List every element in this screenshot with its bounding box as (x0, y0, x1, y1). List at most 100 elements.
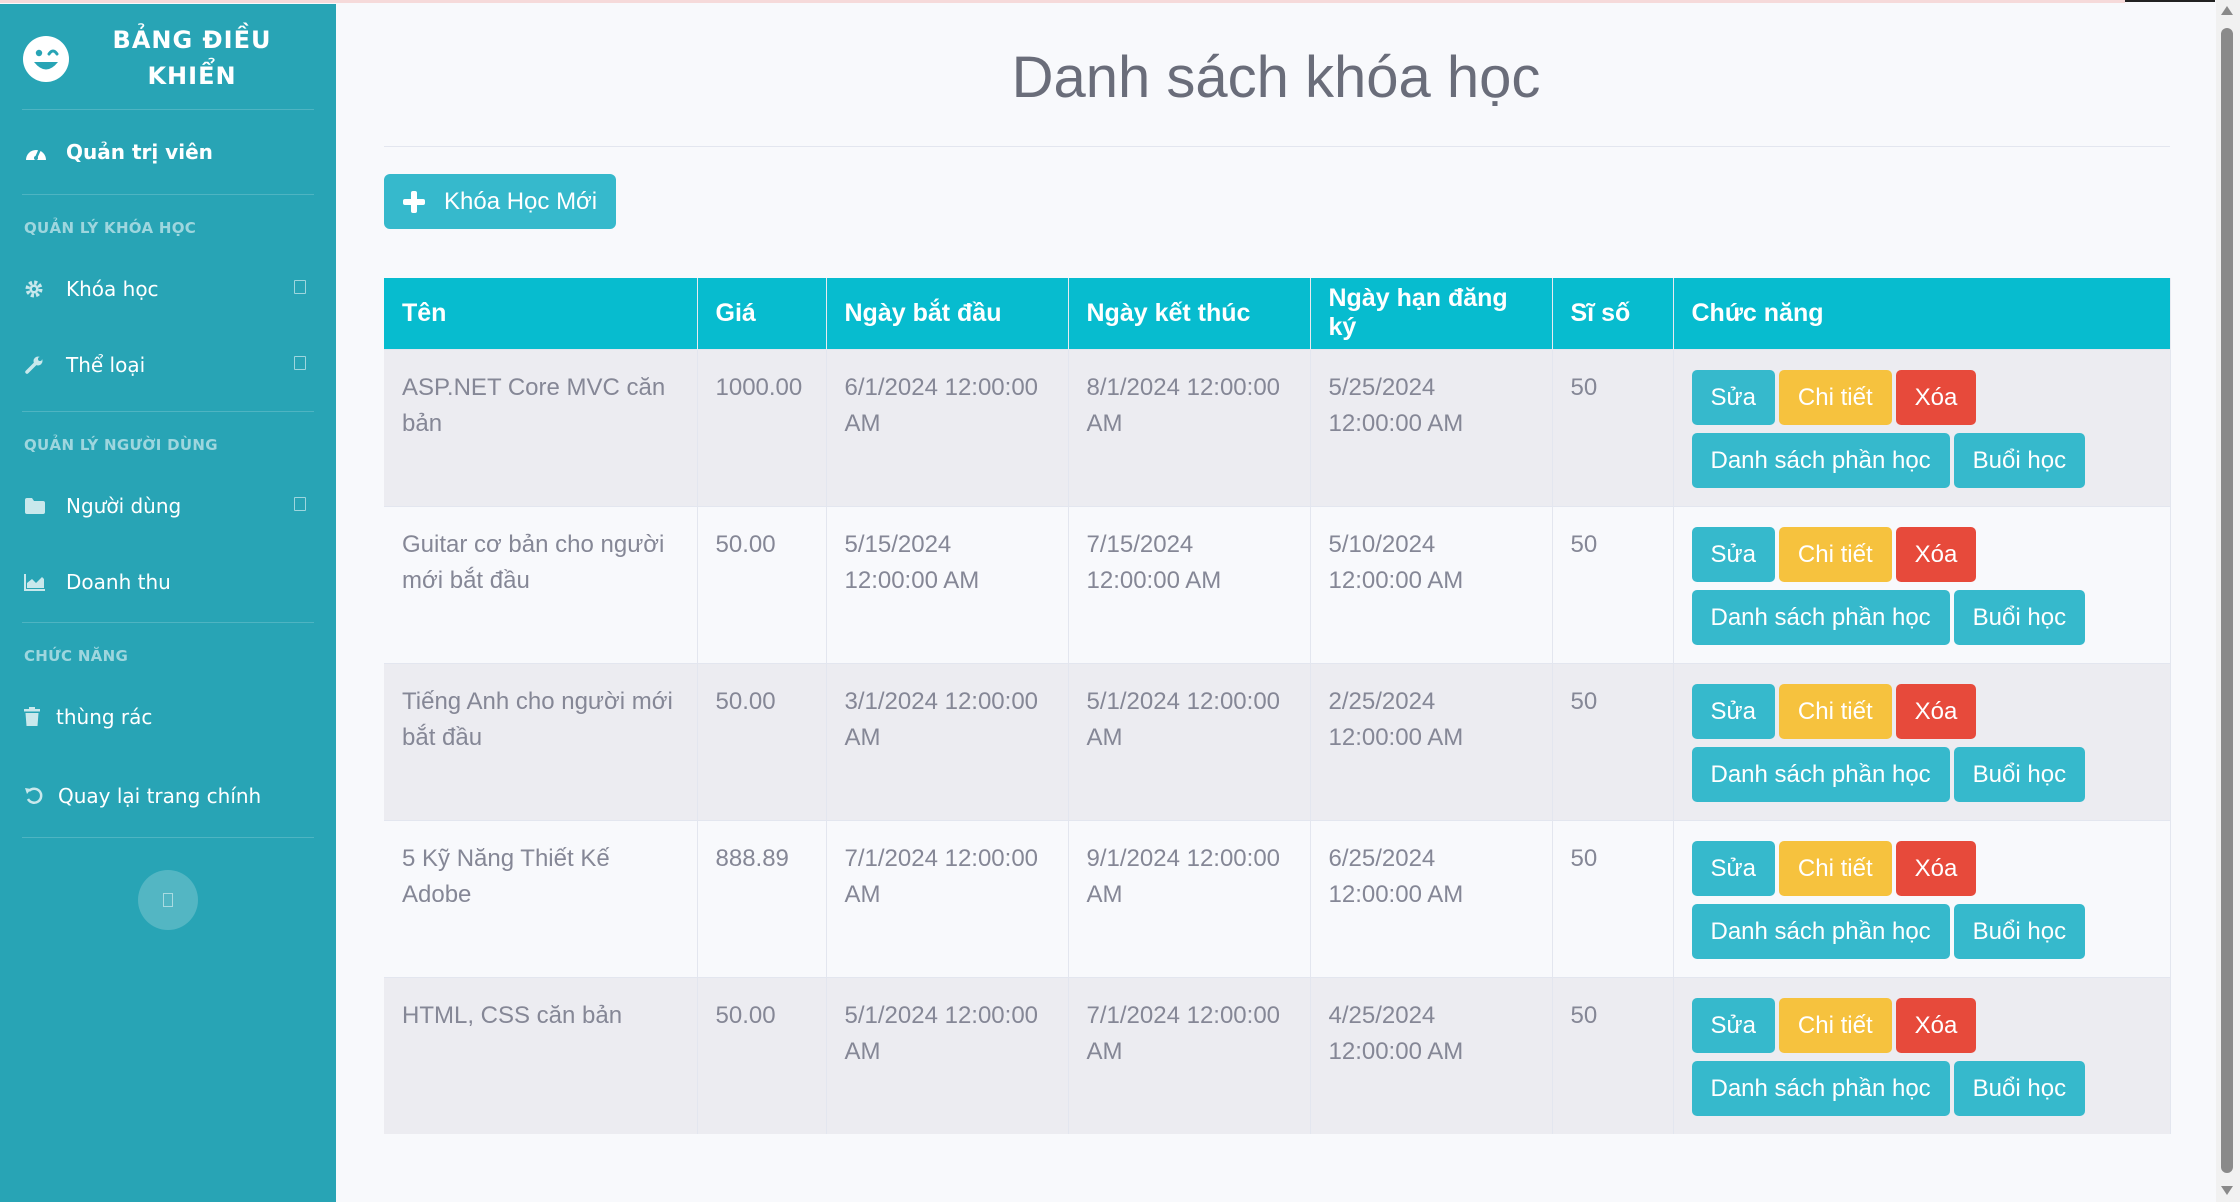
collapse-arrow-icon (294, 497, 306, 511)
new-course-label: Khóa Học Mới (444, 187, 598, 215)
delete-button[interactable]: Xóa (1895, 840, 1977, 896)
delete-button[interactable]: Xóa (1895, 526, 1977, 582)
sidebar-brand[interactable]: BẢNG ĐIỀU KHIỂN (0, 4, 336, 109)
course-class-size: 50 (1552, 976, 1674, 1134)
course-price: 888.89 (697, 819, 827, 977)
course-start-date: 5/15/2024 12:00:00 AM (826, 505, 1069, 663)
sidebar-heading-users: QUẢN LÝ NGƯỜI DÙNG (24, 436, 218, 454)
sidebar-item-label: Thể loại (66, 353, 146, 377)
column-header-actions: Chức năng (1673, 278, 2171, 349)
course-deadline: 2/25/2024 12:00:00 AM (1310, 662, 1553, 820)
edit-button[interactable]: Sửa (1691, 369, 1775, 425)
table-row: ASP.NET Core MVC căn bản 1000.00 6/1/202… (384, 348, 2171, 506)
detail-button[interactable]: Chi tiết (1778, 369, 1892, 425)
delete-button[interactable]: Xóa (1895, 997, 1977, 1053)
wrench-icon (24, 354, 52, 376)
sidebar: BẢNG ĐIỀU KHIỂN Quản trị viên QUẢN LÝ KH… (0, 4, 336, 1202)
lessons-button[interactable]: Buổi học (1953, 432, 2086, 488)
title-divider (384, 146, 2170, 147)
scroll-up-arrow-icon[interactable] (2221, 6, 2233, 15)
sidebar-item-revenue[interactable]: Doanh thu (0, 544, 336, 620)
course-end-date: 7/15/2024 12:00:00 AM (1068, 505, 1311, 663)
lessons-button[interactable]: Buổi học (1953, 903, 2086, 959)
column-header-end-date[interactable]: Ngày kết thúc (1068, 278, 1311, 349)
edit-button[interactable]: Sửa (1691, 997, 1775, 1053)
course-start-date: 3/1/2024 12:00:00 AM (826, 662, 1069, 820)
row-actions: Sửa Chi tiết Xóa Danh sách phần học Buổi họ… (1673, 819, 2171, 977)
course-end-date: 5/1/2024 12:00:00 AM (1068, 662, 1311, 820)
sidebar-toggle-button[interactable] (138, 870, 198, 930)
sidebar-item-label: Quản trị viên (66, 140, 213, 164)
sidebar-item-users[interactable]: Người dùng (0, 468, 336, 544)
chart-area-icon (24, 571, 52, 593)
trash-icon (24, 706, 44, 728)
detail-button[interactable]: Chi tiết (1778, 526, 1892, 582)
table-row: HTML, CSS căn bản 50.00 5/1/2024 12:00:0… (384, 976, 2171, 1134)
edit-button[interactable]: Sửa (1691, 840, 1775, 896)
plus-icon (402, 190, 426, 214)
course-price: 50.00 (697, 505, 827, 663)
course-start-date: 7/1/2024 12:00:00 AM (826, 819, 1069, 977)
column-header-start-date[interactable]: Ngày bắt đầu (826, 278, 1069, 349)
collapse-arrow-icon (294, 280, 306, 294)
column-header-name[interactable]: Tên (384, 278, 698, 349)
table-header-row: Tên Giá Ngày bắt đầu Ngày kết thúc Ngày … (384, 278, 2171, 349)
column-header-class-size[interactable]: Sĩ số (1552, 278, 1674, 349)
course-price: 1000.00 (697, 348, 827, 506)
sidebar-item-courses[interactable]: Khóa học (0, 251, 336, 327)
main-content: Danh sách khóa học Khóa Học Mới Tên Giá … (336, 4, 2216, 1202)
new-course-button[interactable]: Khóa Học Mới (384, 174, 616, 229)
row-actions: Sửa Chi tiết Xóa Danh sách phần học Buổi họ… (1673, 348, 2171, 506)
lessons-button[interactable]: Buổi học (1953, 1060, 2086, 1116)
sidebar-item-label: thùng rác (56, 705, 153, 729)
sidebar-item-label: Khóa học (66, 277, 159, 301)
course-price: 50.00 (697, 662, 827, 820)
tachometer-icon (24, 141, 52, 163)
detail-button[interactable]: Chi tiết (1778, 840, 1892, 896)
page-scrollbar[interactable] (2216, 0, 2240, 1202)
collapse-arrow-icon (294, 356, 306, 370)
detail-button[interactable]: Chi tiết (1778, 997, 1892, 1053)
edit-button[interactable]: Sửa (1691, 526, 1775, 582)
edit-button[interactable]: Sửa (1691, 683, 1775, 739)
sections-list-button[interactable]: Danh sách phần học (1691, 432, 1950, 488)
course-class-size: 50 (1552, 348, 1674, 506)
sections-list-button[interactable]: Danh sách phần học (1691, 589, 1950, 645)
sidebar-item-trash[interactable]: thùng rác (0, 679, 336, 755)
sidebar-item-label: Quay lại trang chính (58, 784, 262, 808)
sidebar-item-back-home[interactable]: Quay lại trang chính (0, 755, 336, 837)
undo-icon (24, 785, 46, 807)
top-accent-dark (2125, 0, 2215, 2)
sidebar-item-categories[interactable]: Thể loại (0, 327, 336, 403)
toggle-arrow-icon (163, 893, 173, 907)
scrollbar-thumb[interactable] (2221, 28, 2233, 1173)
course-class-size: 50 (1552, 819, 1674, 977)
course-deadline: 4/25/2024 12:00:00 AM (1310, 976, 1553, 1134)
course-class-size: 50 (1552, 662, 1674, 820)
delete-button[interactable]: Xóa (1895, 683, 1977, 739)
sidebar-item-label: Người dùng (66, 494, 182, 518)
course-name: Tiếng Anh cho người mới bắt đầu (384, 662, 698, 820)
column-header-price[interactable]: Giá (697, 278, 827, 349)
course-start-date: 6/1/2024 12:00:00 AM (826, 348, 1069, 506)
sections-list-button[interactable]: Danh sách phần học (1691, 746, 1950, 802)
top-accent-line (0, 0, 2125, 3)
course-deadline: 5/25/2024 12:00:00 AM (1310, 348, 1553, 506)
scroll-down-arrow-icon[interactable] (2221, 1186, 2233, 1195)
sidebar-item-admin[interactable]: Quản trị viên (0, 110, 336, 194)
laugh-wink-icon (23, 36, 69, 82)
delete-button[interactable]: Xóa (1895, 369, 1977, 425)
gear-icon (24, 278, 52, 300)
row-actions: Sửa Chi tiết Xóa Danh sách phần học Buổi họ… (1673, 505, 2171, 663)
detail-button[interactable]: Chi tiết (1778, 683, 1892, 739)
course-end-date: 9/1/2024 12:00:00 AM (1068, 819, 1311, 977)
lessons-button[interactable]: Buổi học (1953, 589, 2086, 645)
row-actions: Sửa Chi tiết Xóa Danh sách phần học Buổi họ… (1673, 976, 2171, 1134)
lessons-button[interactable]: Buổi học (1953, 746, 2086, 802)
folder-icon (24, 495, 52, 517)
course-deadline: 5/10/2024 12:00:00 AM (1310, 505, 1553, 663)
sections-list-button[interactable]: Danh sách phần học (1691, 1060, 1950, 1116)
column-header-deadline[interactable]: Ngày hạn đăng ký (1310, 278, 1553, 349)
course-start-date: 5/1/2024 12:00:00 AM (826, 976, 1069, 1134)
sections-list-button[interactable]: Danh sách phần học (1691, 903, 1950, 959)
